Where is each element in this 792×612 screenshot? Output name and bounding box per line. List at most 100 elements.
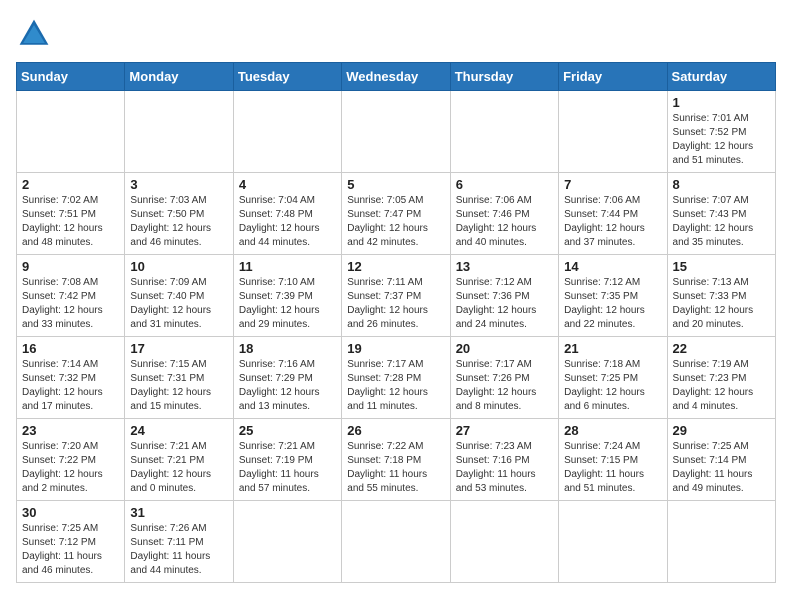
day-cell	[342, 501, 450, 583]
day-cell: 27 Sunrise: 7:23 AM Sunset: 7:16 PM Dayli…	[450, 419, 558, 501]
day-number: 29	[673, 423, 770, 438]
day-info: Sunrise: 7:17 AM Sunset: 7:26 PM Dayligh…	[456, 358, 553, 414]
day-info: Sunrise: 7:18 AM Sunset: 7:25 PM Dayligh…	[564, 358, 661, 414]
day-number: 22	[673, 341, 770, 356]
day-cell: 26 Sunrise: 7:22 AM Sunset: 7:18 PM Dayli…	[342, 419, 450, 501]
day-cell: 8 Sunrise: 7:07 AM Sunset: 7:43 PM Daylig…	[667, 173, 775, 255]
day-cell: 1Sunrise: 7:01 AM Sunset: 7:52 PM Daylig…	[667, 91, 775, 173]
weekday-header-thursday: Thursday	[450, 63, 558, 91]
day-cell	[17, 91, 125, 173]
day-cell: 7Sunrise: 7:06 AM Sunset: 7:44 PM Daylig…	[559, 173, 667, 255]
week-row-2: 2 Sunrise: 7:02 AM Sunset: 7:51 PM Daylig…	[17, 173, 776, 255]
day-cell: 17 Sunrise: 7:15 AM Sunset: 7:31 PM Dayli…	[125, 337, 233, 419]
day-cell	[559, 501, 667, 583]
day-info: Sunrise: 7:05 AM Sunset: 7:47 PM Dayligh…	[347, 194, 444, 250]
day-number: 31	[130, 505, 227, 520]
day-number: 7	[564, 177, 661, 192]
day-info: Sunrise: 7:03 AM Sunset: 7:50 PM Dayligh…	[130, 194, 227, 250]
day-cell: 3Sunrise: 7:03 AM Sunset: 7:50 PM Daylig…	[125, 173, 233, 255]
day-info: Sunrise: 7:15 AM Sunset: 7:31 PM Dayligh…	[130, 358, 227, 414]
day-cell: 11 Sunrise: 7:10 AM Sunset: 7:39 PM Dayli…	[233, 255, 341, 337]
day-number: 11	[239, 259, 336, 274]
day-number: 2	[22, 177, 119, 192]
weekday-header-tuesday: Tuesday	[233, 63, 341, 91]
weekday-header-saturday: Saturday	[667, 63, 775, 91]
day-cell: 4 Sunrise: 7:04 AM Sunset: 7:48 PM Daylig…	[233, 173, 341, 255]
day-info: Sunrise: 7:23 AM Sunset: 7:16 PM Dayligh…	[456, 440, 553, 496]
day-cell: 16Sunrise: 7:14 AM Sunset: 7:32 PM Dayli…	[17, 337, 125, 419]
day-number: 15	[673, 259, 770, 274]
day-number: 8	[673, 177, 770, 192]
day-number: 9	[22, 259, 119, 274]
day-number: 6	[456, 177, 553, 192]
day-info: Sunrise: 7:11 AM Sunset: 7:37 PM Dayligh…	[347, 276, 444, 332]
day-cell: 6 Sunrise: 7:06 AM Sunset: 7:46 PM Daylig…	[450, 173, 558, 255]
day-number: 21	[564, 341, 661, 356]
day-cell: 21 Sunrise: 7:18 AM Sunset: 7:25 PM Dayli…	[559, 337, 667, 419]
day-info: Sunrise: 7:25 AM Sunset: 7:12 PM Dayligh…	[22, 522, 119, 578]
day-number: 20	[456, 341, 553, 356]
day-number: 24	[130, 423, 227, 438]
day-number: 26	[347, 423, 444, 438]
day-cell	[450, 501, 558, 583]
day-cell: 15 Sunrise: 7:13 AM Sunset: 7:33 PM Dayli…	[667, 255, 775, 337]
week-row-1: 1Sunrise: 7:01 AM Sunset: 7:52 PM Daylig…	[17, 91, 776, 173]
day-cell: 20 Sunrise: 7:17 AM Sunset: 7:26 PM Dayli…	[450, 337, 558, 419]
day-info: Sunrise: 7:10 AM Sunset: 7:39 PM Dayligh…	[239, 276, 336, 332]
day-cell: 23 Sunrise: 7:20 AM Sunset: 7:22 PM Dayli…	[17, 419, 125, 501]
logo	[16, 16, 58, 52]
day-info: Sunrise: 7:26 AM Sunset: 7:11 PM Dayligh…	[130, 522, 227, 578]
day-info: Sunrise: 7:07 AM Sunset: 7:43 PM Dayligh…	[673, 194, 770, 250]
day-number: 28	[564, 423, 661, 438]
day-info: Sunrise: 7:20 AM Sunset: 7:22 PM Dayligh…	[22, 440, 119, 496]
day-cell: 5 Sunrise: 7:05 AM Sunset: 7:47 PM Daylig…	[342, 173, 450, 255]
day-cell	[559, 91, 667, 173]
calendar-table: SundayMondayTuesdayWednesdayThursdayFrid…	[16, 62, 776, 583]
day-info: Sunrise: 7:13 AM Sunset: 7:33 PM Dayligh…	[673, 276, 770, 332]
day-cell: 13Sunrise: 7:12 AM Sunset: 7:36 PM Dayli…	[450, 255, 558, 337]
day-cell	[233, 501, 341, 583]
day-info: Sunrise: 7:12 AM Sunset: 7:35 PM Dayligh…	[564, 276, 661, 332]
weekday-header-wednesday: Wednesday	[342, 63, 450, 91]
day-number: 10	[130, 259, 227, 274]
day-cell	[450, 91, 558, 173]
day-info: Sunrise: 7:08 AM Sunset: 7:42 PM Dayligh…	[22, 276, 119, 332]
day-info: Sunrise: 7:02 AM Sunset: 7:51 PM Dayligh…	[22, 194, 119, 250]
day-info: Sunrise: 7:14 AM Sunset: 7:32 PM Dayligh…	[22, 358, 119, 414]
weekday-header-sunday: Sunday	[17, 63, 125, 91]
day-cell: 24 Sunrise: 7:21 AM Sunset: 7:21 PM Dayli…	[125, 419, 233, 501]
week-row-5: 23 Sunrise: 7:20 AM Sunset: 7:22 PM Dayli…	[17, 419, 776, 501]
day-number: 5	[347, 177, 444, 192]
logo-icon	[16, 16, 52, 52]
day-cell	[342, 91, 450, 173]
day-number: 17	[130, 341, 227, 356]
day-info: Sunrise: 7:21 AM Sunset: 7:21 PM Dayligh…	[130, 440, 227, 496]
day-cell: 30 Sunrise: 7:25 AM Sunset: 7:12 PM Dayli…	[17, 501, 125, 583]
day-cell: 9 Sunrise: 7:08 AM Sunset: 7:42 PM Daylig…	[17, 255, 125, 337]
day-cell: 29 Sunrise: 7:25 AM Sunset: 7:14 PM Dayli…	[667, 419, 775, 501]
weekday-header-monday: Monday	[125, 63, 233, 91]
day-info: Sunrise: 7:22 AM Sunset: 7:18 PM Dayligh…	[347, 440, 444, 496]
day-number: 4	[239, 177, 336, 192]
day-info: Sunrise: 7:06 AM Sunset: 7:46 PM Dayligh…	[456, 194, 553, 250]
day-info: Sunrise: 7:17 AM Sunset: 7:28 PM Dayligh…	[347, 358, 444, 414]
day-info: Sunrise: 7:09 AM Sunset: 7:40 PM Dayligh…	[130, 276, 227, 332]
day-info: Sunrise: 7:04 AM Sunset: 7:48 PM Dayligh…	[239, 194, 336, 250]
day-cell: 31 Sunrise: 7:26 AM Sunset: 7:11 PM Dayli…	[125, 501, 233, 583]
day-info: Sunrise: 7:21 AM Sunset: 7:19 PM Dayligh…	[239, 440, 336, 496]
day-cell: 22Sunrise: 7:19 AM Sunset: 7:23 PM Dayli…	[667, 337, 775, 419]
day-cell: 18 Sunrise: 7:16 AM Sunset: 7:29 PM Dayli…	[233, 337, 341, 419]
day-number: 27	[456, 423, 553, 438]
day-info: Sunrise: 7:16 AM Sunset: 7:29 PM Dayligh…	[239, 358, 336, 414]
day-number: 23	[22, 423, 119, 438]
day-number: 30	[22, 505, 119, 520]
day-cell: 25Sunrise: 7:21 AM Sunset: 7:19 PM Dayli…	[233, 419, 341, 501]
day-cell: 14Sunrise: 7:12 AM Sunset: 7:35 PM Dayli…	[559, 255, 667, 337]
day-info: Sunrise: 7:25 AM Sunset: 7:14 PM Dayligh…	[673, 440, 770, 496]
day-cell	[125, 91, 233, 173]
day-number: 18	[239, 341, 336, 356]
day-number: 13	[456, 259, 553, 274]
day-info: Sunrise: 7:01 AM Sunset: 7:52 PM Dayligh…	[673, 112, 770, 168]
weekday-header-friday: Friday	[559, 63, 667, 91]
day-cell: 28Sunrise: 7:24 AM Sunset: 7:15 PM Dayli…	[559, 419, 667, 501]
